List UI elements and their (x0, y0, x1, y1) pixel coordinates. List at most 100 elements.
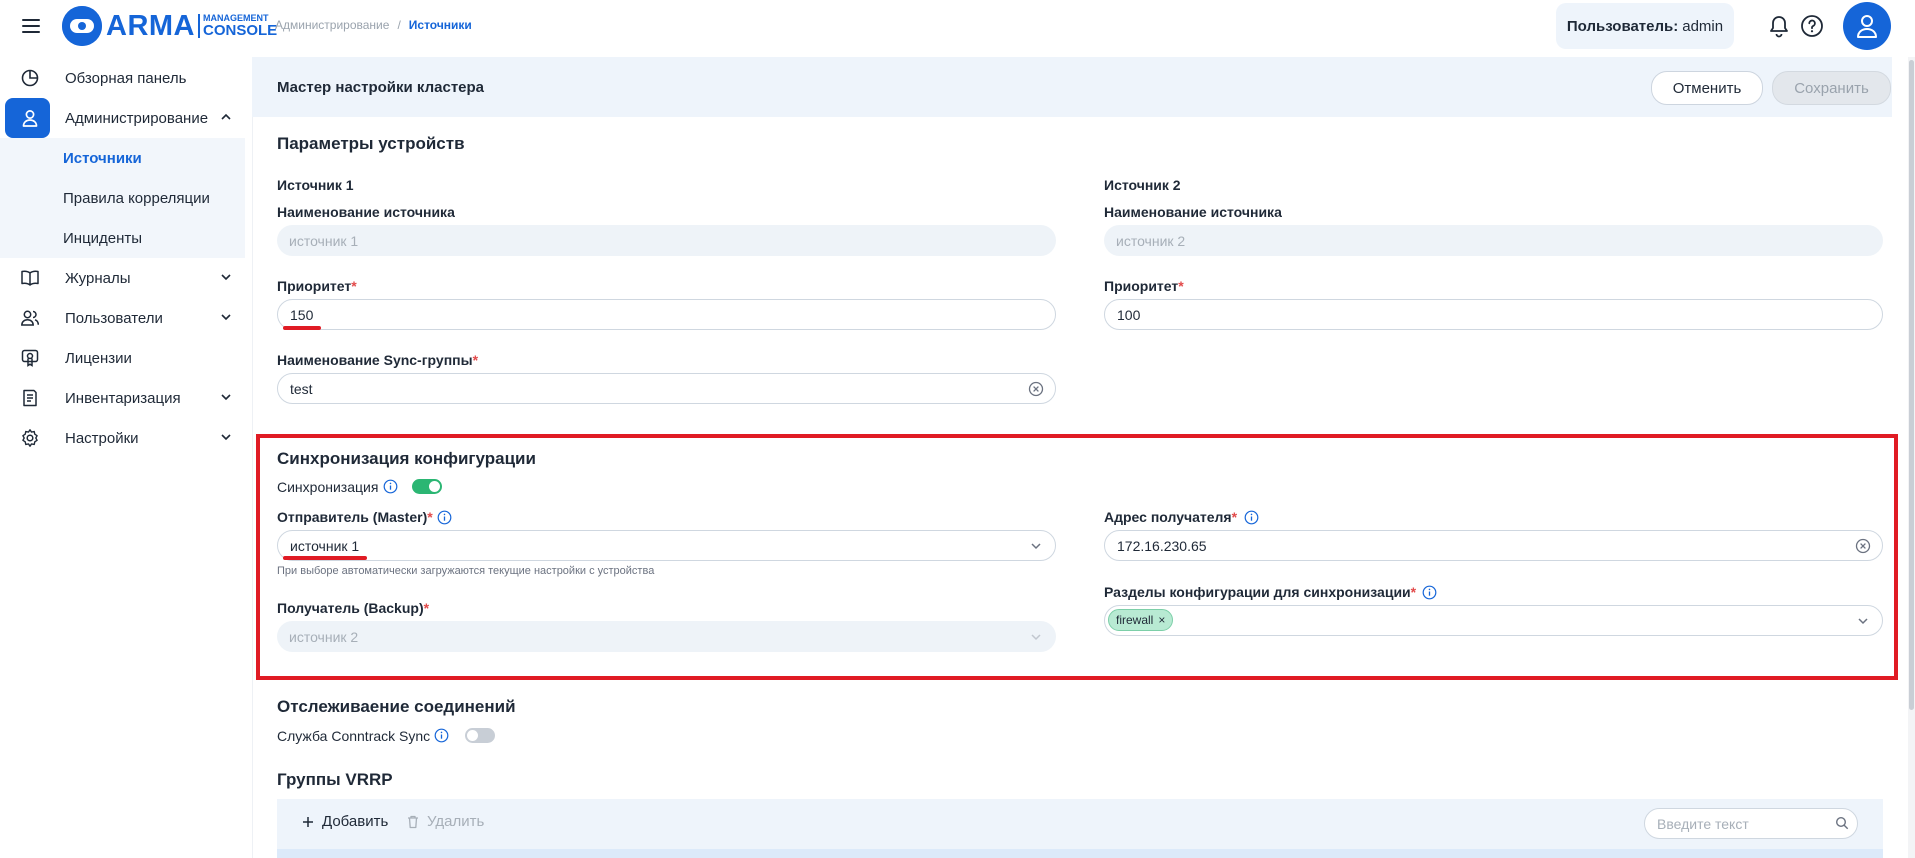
add-label: Добавить (322, 813, 389, 830)
breadcrumb-item-admin[interactable]: Администрирование (275, 18, 389, 32)
info-icon[interactable] (434, 728, 449, 743)
chevron-down-icon (220, 391, 232, 403)
chevron-down-icon (1030, 631, 1042, 643)
sidebar-item-dashboard[interactable]: Обзорная панель (0, 58, 245, 98)
sync-toggle-label: Синхронизация (277, 479, 379, 495)
sender-hint: При выборе автоматически загружаются тек… (277, 565, 655, 577)
sidebar-item-licenses[interactable]: Лицензии (0, 338, 245, 378)
required-asterisk: * (472, 352, 479, 368)
table-header-strip (277, 849, 1883, 858)
sync-toggle[interactable] (412, 479, 442, 494)
required-asterisk: * (1231, 509, 1238, 525)
sidebar-item-administration[interactable]: Администрирование (0, 98, 245, 138)
sender-select[interactable]: источник 1 (277, 530, 1056, 561)
source1-priority-input[interactable]: 150 (277, 299, 1056, 330)
search-icon[interactable] (1835, 816, 1849, 830)
trash-icon (407, 815, 419, 829)
sidebar-item-settings[interactable]: Настройки (0, 418, 245, 458)
sidebar-subitem-label: Источники (63, 149, 142, 167)
label-text: Разделы конфигурации для синхронизации (1104, 584, 1411, 600)
section-heading-sync: Синхронизация конфигурации (277, 449, 536, 468)
scrollbar-thumb[interactable] (1909, 60, 1914, 710)
gear-icon (20, 428, 40, 448)
info-icon[interactable] (1422, 585, 1437, 600)
sidebar-item-label: Лицензии (65, 349, 132, 367)
sync-group-label: Наименование Sync-группы* (277, 352, 478, 368)
delete-button[interactable]: Удалить (407, 813, 484, 830)
user-name: admin (1682, 17, 1724, 35)
clear-icon[interactable] (1028, 381, 1044, 397)
sidebar-item-users[interactable]: Пользователи (0, 298, 245, 338)
tag-remove-icon[interactable]: × (1158, 613, 1165, 627)
delete-label: Удалить (427, 813, 485, 830)
sidebar-subitem-incidents[interactable]: Инциденты (0, 218, 245, 258)
inventory-icon (20, 388, 40, 408)
search-input[interactable]: Введите текст (1644, 808, 1858, 839)
add-button[interactable]: Добавить (302, 813, 388, 830)
app-logo[interactable]: ARMA MANAGEMENT CONSOLE (62, 6, 277, 46)
conntrack-toggle-label: Служба Conntrack Sync (277, 728, 431, 744)
toggle-knob (429, 481, 440, 492)
source1-priority-label: Приоритет* (277, 278, 357, 294)
avatar[interactable] (1843, 2, 1891, 50)
source1-title: Источник 1 (277, 177, 354, 193)
source1-name-label: Наименование источника (277, 204, 455, 220)
sender-label: Отправитель (Master)* (277, 509, 433, 525)
user-label: Пользователь: (1566, 17, 1679, 35)
section-heading-conntrack: Отслеживаение соединений (277, 697, 516, 716)
chevron-down-icon (1857, 615, 1869, 627)
sidebar-subitem-correlation-rules[interactable]: Правила корреляции (0, 178, 245, 218)
user-icon (20, 108, 40, 128)
sidebar-subitem-label: Правила корреляции (63, 189, 210, 207)
source2-priority-input[interactable]: 100 (1104, 299, 1883, 330)
book-icon (20, 268, 40, 288)
receiver-address-input[interactable]: 172.16.230.65 (1104, 530, 1883, 561)
plus-icon (302, 816, 314, 828)
chevron-down-icon (220, 431, 232, 443)
clear-icon[interactable] (1855, 538, 1871, 554)
user-info[interactable]: Пользователь: admin (1556, 3, 1734, 49)
search-placeholder: Введите текст (1657, 815, 1749, 832)
receiver-value: источник 2 (289, 628, 359, 645)
cancel-button[interactable]: Отменить (1651, 71, 1763, 105)
source2-title: Источник 2 (1104, 177, 1181, 193)
menu-icon[interactable] (20, 15, 42, 37)
bell-icon[interactable] (1768, 14, 1790, 38)
source2-priority-label: Приоритет* (1104, 278, 1184, 294)
info-icon[interactable] (437, 510, 452, 525)
logo-separator (198, 14, 200, 38)
sidebar-item-label: Инвентаризация (65, 389, 181, 407)
info-icon[interactable] (1244, 510, 1259, 525)
required-asterisk: * (427, 509, 433, 525)
chevron-down-icon (1030, 540, 1042, 552)
sidebar-subitem-label: Инциденты (63, 229, 143, 247)
conntrack-toggle[interactable] (465, 728, 495, 743)
sidebar-subitem-sources[interactable]: Источники (0, 138, 245, 178)
sidebar-item-journals[interactable]: Журналы (0, 258, 245, 298)
breadcrumb-separator: / (397, 18, 401, 32)
sync-sections-select[interactable] (1104, 605, 1883, 636)
breadcrumb-item-sources: Источники (408, 18, 472, 32)
section-heading-devices: Параметры устройств (277, 134, 465, 153)
address-value: 172.16.230.65 (1117, 537, 1207, 554)
panel-header (252, 57, 1892, 117)
save-button[interactable]: Сохранить (1772, 71, 1891, 105)
section-heading-vrrp: Группы VRRP (277, 770, 393, 789)
receiver-select[interactable]: источник 2 (277, 621, 1056, 652)
help-icon[interactable] (1800, 14, 1824, 38)
source2-name-field[interactable]: источник 2 (1104, 225, 1883, 256)
label-text: Приоритет (1104, 278, 1179, 294)
sync-group-input[interactable]: test (277, 373, 1056, 404)
logo-subtitle: MANAGEMENT CONSOLE (203, 14, 277, 39)
logo-text: ARMA (106, 9, 195, 42)
chevron-down-icon (220, 311, 232, 323)
sidebar-item-label: Пользователи (65, 309, 163, 327)
vrrp-toolbar (277, 799, 1883, 849)
chevron-down-icon (220, 271, 232, 283)
tag-label: firewall (1116, 613, 1154, 627)
info-icon[interactable] (383, 479, 398, 494)
toggle-knob (467, 730, 478, 741)
sidebar-item-label: Настройки (65, 429, 139, 447)
source1-name-field[interactable]: источник 1 (277, 225, 1056, 256)
sidebar-item-inventory[interactable]: Инвентаризация (0, 378, 245, 418)
